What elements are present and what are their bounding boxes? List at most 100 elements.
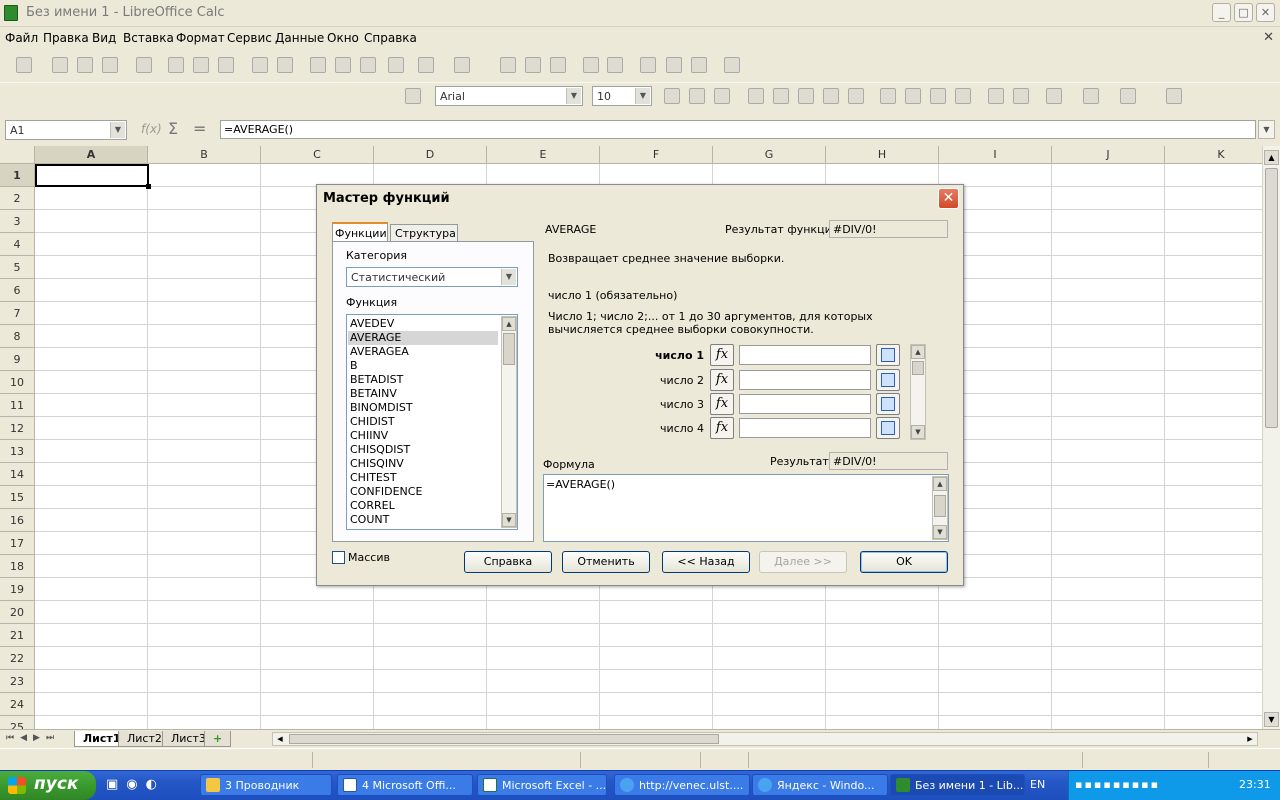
scroll-thumb[interactable] [1265,168,1278,428]
menu-insert[interactable]: Вставка [123,31,174,45]
chart-icon[interactable] [583,57,599,73]
row-header[interactable]: 20 [0,601,35,624]
list-item[interactable]: CHISQINV [350,457,404,471]
column-header[interactable]: D [374,146,487,164]
clone-formatting-icon[interactable] [388,57,404,73]
align-right-icon[interactable] [798,88,814,104]
select-all-corner[interactable] [0,146,35,164]
column-header[interactable]: B [148,146,261,164]
menu-window[interactable]: Окно [327,31,359,45]
taskbar-yandex[interactable]: Яндекс - Windo... [752,774,888,796]
quick-launch-icons[interactable]: ▣◉◐ [106,777,165,792]
shrink-icon[interactable] [876,393,900,415]
menu-data[interactable]: Данные [275,31,324,45]
language-indicator[interactable]: EN [1030,778,1045,791]
function-wizard-icon[interactable]: f(x) [141,122,162,136]
dialog-close-icon[interactable]: ✕ [938,188,959,209]
next-button[interactable]: Далее >> [759,551,847,573]
row-header[interactable]: 13 [0,440,35,463]
args-scrollbar[interactable]: ▲ ▼ [910,344,926,440]
category-select[interactable]: Статистический ▼ [346,267,518,287]
list-item[interactable]: CHISQDIST [350,443,410,457]
new-icon[interactable] [16,57,32,73]
list-item[interactable]: CORREL [350,499,395,513]
taskbar-ie[interactable]: http://venec.ulst.... [614,774,750,796]
find-icon[interactable] [640,57,656,73]
list-item[interactable]: AVEDEV [350,317,394,331]
italic-icon[interactable] [689,88,705,104]
horizontal-scrollbar[interactable]: ◀ ▶ [272,732,1258,746]
row-header[interactable]: 11 [0,394,35,417]
function-list[interactable]: AVEDEV AVERAGE AVERAGEA B BETADIST BETAI… [346,314,518,530]
name-box[interactable]: A1 ▼ [5,120,127,140]
function-list-scrollbar[interactable]: ▲ ▼ [501,316,517,528]
formula-editor[interactable]: =AVERAGE() ▲ ▼ [543,474,949,542]
formula-scrollbar[interactable]: ▲ ▼ [932,476,948,540]
list-item[interactable]: BINOMDIST [350,401,413,415]
shrink-icon[interactable] [876,344,900,366]
row-header[interactable]: 15 [0,486,35,509]
list-item[interactable]: CHITEST [350,471,397,485]
print-preview-icon[interactable] [218,57,234,73]
menu-file[interactable]: Файл [5,31,38,45]
list-item[interactable]: CHIINV [350,429,388,443]
add-decimal-icon[interactable] [955,88,971,104]
scroll-thumb[interactable] [503,333,515,365]
menu-view[interactable]: Вид [92,31,116,45]
row-header[interactable]: 7 [0,302,35,325]
row-header[interactable]: 19 [0,578,35,601]
list-item[interactable]: CONFIDENCE [350,485,422,499]
start-button[interactable]: пуск [0,771,96,800]
scroll-down-icon[interactable]: ▼ [1264,712,1279,727]
row-header[interactable]: 8 [0,325,35,348]
sum-icon[interactable]: Σ [168,119,178,138]
scroll-left-icon[interactable]: ◀ [273,733,287,745]
underline-icon[interactable] [714,88,730,104]
font-name-select[interactable]: Arial ▼ [435,86,583,106]
fx-icon[interactable]: fx [710,369,734,391]
row-header[interactable]: 6 [0,279,35,302]
zoom-icon[interactable] [724,57,740,73]
taskbar-excel[interactable]: Microsoft Excel - ... [477,774,607,796]
row-header[interactable]: 5 [0,256,35,279]
column-header[interactable]: K [1165,146,1262,164]
active-cell-cursor[interactable] [35,164,149,187]
row-header[interactable]: 14 [0,463,35,486]
sheet-nav-icons[interactable]: ⏮◀▶⏭ [6,733,60,743]
tab-structure[interactable]: Структура [390,224,458,242]
show-draw-icon[interactable] [607,57,623,73]
merge-cells-icon[interactable] [848,88,864,104]
scroll-down-icon[interactable]: ▼ [911,425,925,439]
close-button[interactable]: ✕ [1256,3,1275,22]
tab-functions[interactable]: Функции [332,222,388,242]
scroll-thumb[interactable] [912,361,924,375]
scroll-up-icon[interactable]: ▲ [1264,150,1279,165]
scroll-up-icon[interactable]: ▲ [502,317,516,331]
row-header[interactable]: 1 [0,164,35,187]
row-header[interactable]: 3 [0,210,35,233]
row-header[interactable]: 23 [0,670,35,693]
save-icon[interactable] [77,57,93,73]
fx-icon[interactable]: fx [710,417,734,439]
edit-file-icon[interactable] [136,57,152,73]
column-header[interactable]: F [600,146,713,164]
list-item[interactable]: BETAINV [350,387,397,401]
scroll-up-icon[interactable]: ▲ [933,477,947,491]
column-header[interactable]: I [939,146,1052,164]
vertical-scrollbar[interactable]: ▲ ▼ [1262,146,1280,731]
font-size-select[interactable]: 10 ▼ [592,86,652,106]
paste-icon[interactable] [360,57,376,73]
menu-format[interactable]: Формат [176,31,225,45]
maximize-button[interactable]: □ [1234,3,1253,22]
row-header[interactable]: 10 [0,371,35,394]
row-header[interactable]: 4 [0,233,35,256]
row-header[interactable]: 17 [0,532,35,555]
align-center-icon[interactable] [773,88,789,104]
formula-input[interactable]: =AVERAGE() [220,120,1256,139]
borders-icon[interactable] [1046,88,1062,104]
arg-input-2[interactable] [739,370,871,390]
print-icon[interactable] [193,57,209,73]
row-header[interactable]: 21 [0,624,35,647]
row-header[interactable]: 9 [0,348,35,371]
row-header[interactable]: 2 [0,187,35,210]
